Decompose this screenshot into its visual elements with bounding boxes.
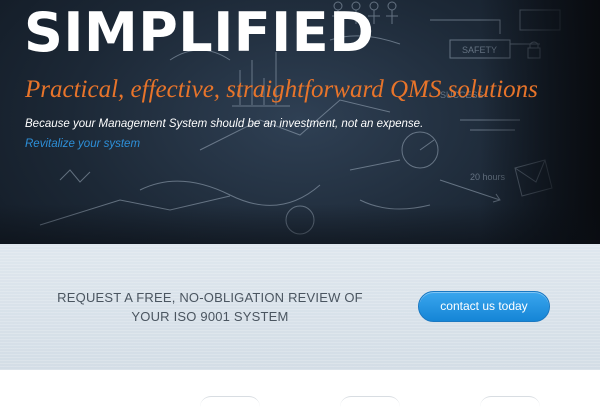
cta-text: REQUEST A FREE, NO-OBLIGATION REVIEW OF … (30, 288, 390, 326)
bottom-section (0, 370, 600, 400)
feature-circle-3 (480, 396, 540, 407)
hero-subtitle: Practical, effective, straightforward QM… (25, 76, 538, 103)
cta-text-line-2: YOUR ISO 9001 SYSTEM (131, 309, 289, 324)
feature-circle-1 (200, 396, 260, 407)
feature-circle-2 (340, 396, 400, 407)
contact-us-button[interactable]: contact us today (418, 291, 550, 322)
hero-tagline: Because your Management System should be… (25, 118, 424, 130)
hero-bottom-shadow (0, 204, 600, 244)
hero-title: SIMPLIFIED (24, 1, 375, 64)
cta-text-line-1: REQUEST A FREE, NO-OBLIGATION REVIEW OF (57, 290, 363, 305)
revitalize-system-link[interactable]: Revitalize your system (25, 137, 140, 151)
